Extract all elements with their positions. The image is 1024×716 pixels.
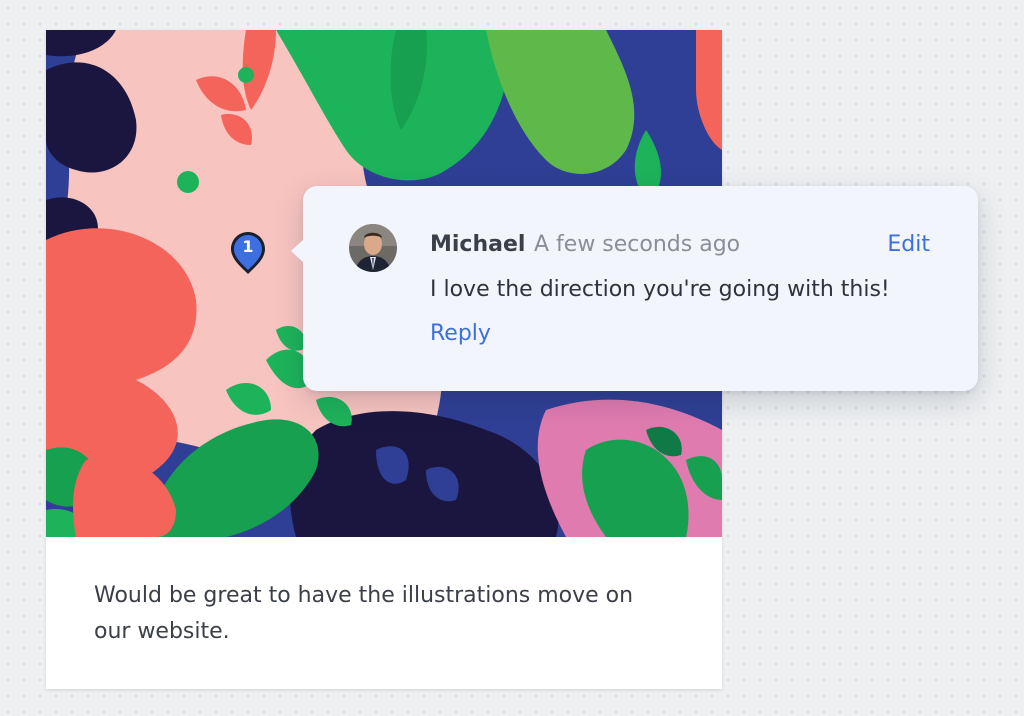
popover-arrow — [291, 239, 304, 263]
card-description: Would be great to have the illustrations… — [94, 583, 634, 644]
comment-pin[interactable]: 1 — [229, 230, 267, 276]
avatar — [349, 224, 397, 272]
comment-timestamp: A few seconds ago — [534, 232, 741, 257]
edit-button[interactable]: Edit — [887, 230, 930, 260]
reply-button[interactable]: Reply — [430, 319, 491, 349]
comment-author: Michael — [430, 232, 526, 257]
pin-number: 1 — [242, 237, 254, 256]
comment-popover: Michael A few seconds ago Edit I love th… — [291, 186, 978, 391]
comment-body: I love the direction you're going with t… — [430, 277, 890, 302]
